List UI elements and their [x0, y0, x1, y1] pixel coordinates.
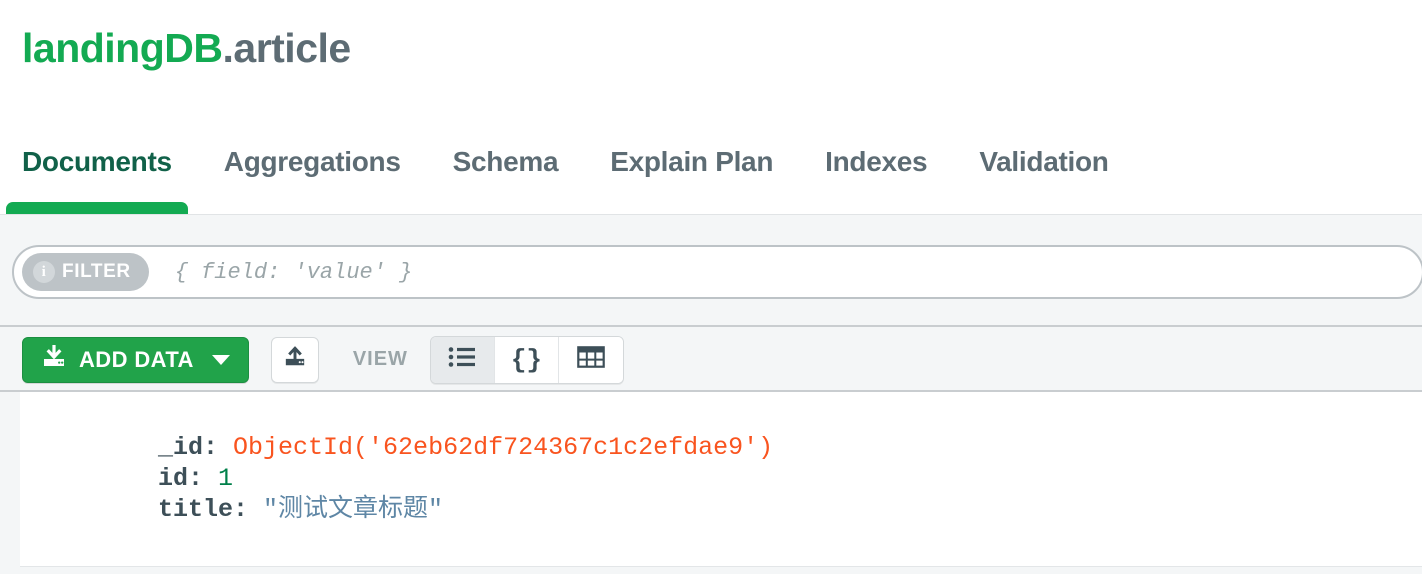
collection-tab-bar: Documents Aggregations Schema Explain Pl…: [0, 132, 1422, 214]
document-list-area: _id: ObjectId('62eb62df724367c1c2efdae9'…: [0, 392, 1422, 574]
database-name: landingDB: [22, 25, 223, 71]
field-colon: :: [233, 495, 264, 524]
chevron-down-icon: [211, 354, 230, 365]
field-key: id: [158, 464, 189, 493]
view-mode-list[interactable]: [430, 336, 495, 383]
namespace-separator: .: [222, 25, 234, 71]
tab-schema[interactable]: Schema: [453, 132, 559, 214]
tab-aggregations[interactable]: Aggregations: [224, 132, 401, 214]
table-icon: [577, 345, 605, 374]
view-mode-json[interactable]: {}: [494, 336, 559, 383]
field-colon: :: [203, 433, 234, 462]
add-data-label: ADD DATA: [79, 346, 194, 372]
page-title: landingDB.article: [22, 25, 351, 71]
tab-explain-plan[interactable]: Explain Plan: [610, 132, 773, 214]
view-mode-table[interactable]: [558, 336, 623, 383]
collection-name: article: [233, 25, 351, 71]
export-upload-icon: [283, 346, 307, 373]
document-card[interactable]: _id: ObjectId('62eb62df724367c1c2efdae9'…: [20, 392, 1422, 567]
field-key: title: [158, 495, 234, 524]
field-value: ObjectId('62eb62df724367c1c2efdae9'): [233, 433, 774, 462]
document-field-title[interactable]: title: "测试文章标题": [158, 494, 773, 525]
compass-collection-view: landingDB.article Documents Aggregations…: [0, 0, 1422, 574]
filter-badge[interactable]: i FILTER: [22, 253, 149, 291]
filter-label: FILTER: [62, 261, 131, 282]
view-mode-group: {}: [429, 335, 624, 384]
export-button[interactable]: [270, 336, 319, 383]
view-label: VIEW: [352, 348, 408, 370]
tab-validation[interactable]: Validation: [979, 132, 1109, 214]
filter-input-container[interactable]: i FILTER { field: 'value' }: [12, 245, 1422, 299]
field-colon: :: [188, 464, 219, 493]
tab-documents[interactable]: Documents: [6, 132, 188, 214]
braces-icon: {}: [510, 344, 543, 375]
field-value: 1: [218, 464, 234, 493]
info-icon: i: [33, 261, 55, 283]
list-icon: [447, 345, 477, 374]
documents-toolbar: ADD DATA VIEW {}: [0, 327, 1422, 392]
query-bar: i FILTER { field: 'value' }: [0, 214, 1422, 327]
tab-indexes[interactable]: Indexes: [825, 132, 927, 214]
field-value: "测试文章标题": [263, 495, 444, 524]
toolbar-controls: ADD DATA VIEW {}: [22, 327, 624, 392]
tab-list: Documents Aggregations Schema Explain Pl…: [6, 132, 1109, 214]
document-fields: _id: ObjectId('62eb62df724367c1c2efdae9'…: [158, 432, 773, 525]
document-field-_id[interactable]: _id: ObjectId('62eb62df724367c1c2efdae9'…: [158, 432, 773, 463]
filter-input[interactable]: { field: 'value' }: [175, 260, 1422, 285]
add-data-button[interactable]: ADD DATA: [22, 336, 249, 383]
import-download-icon: [41, 343, 67, 375]
field-key: _id: [158, 433, 204, 462]
document-field-id[interactable]: id: 1: [158, 463, 773, 494]
